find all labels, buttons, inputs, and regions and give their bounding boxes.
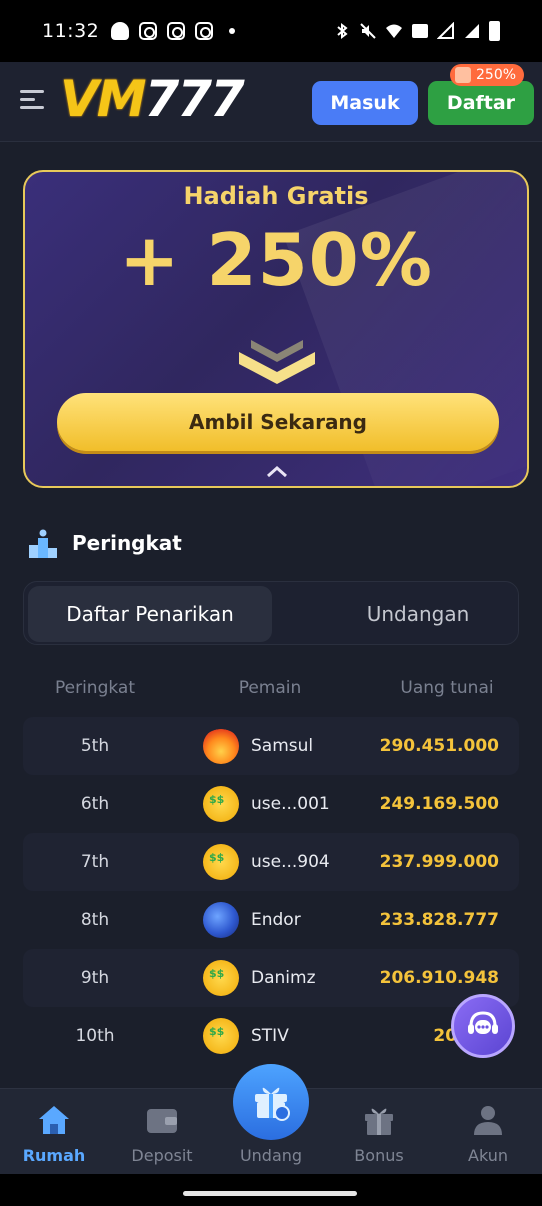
- signal-icon: [437, 22, 454, 39]
- nav-account[interactable]: Akun: [434, 1089, 542, 1175]
- blue-avatar-icon: [203, 902, 239, 938]
- battery-icon: [489, 21, 500, 41]
- promo-bonus: + 250%: [119, 218, 433, 302]
- player-name: STIV: [251, 1026, 289, 1046]
- fire-avatar-icon: [203, 728, 239, 764]
- instagram-icon: [167, 22, 186, 40]
- column-header-rank: Peringkat: [54, 678, 135, 698]
- ranking-tabs: Daftar Penarikan Undangan: [23, 581, 519, 645]
- claim-now-button[interactable]: Ambil Sekarang: [57, 393, 499, 451]
- mute-icon: [360, 23, 376, 39]
- player-name: Danimz: [251, 968, 316, 988]
- nav-bonus[interactable]: Bonus: [325, 1089, 433, 1175]
- rank-cell: 10th: [75, 1026, 115, 1046]
- home-gesture-handle[interactable]: [183, 1191, 357, 1196]
- system-icons: [333, 21, 500, 41]
- chevron-down-icon: [239, 340, 315, 384]
- promo-title: Hadiah Gratis: [183, 182, 369, 210]
- money-face-avatar-icon: [203, 786, 239, 822]
- chevron-up-icon[interactable]: [266, 464, 288, 478]
- rank-cell: 7th: [80, 852, 110, 872]
- table-row: 9th Danimz 206.910.948: [23, 949, 519, 1007]
- status-time: 11:32: [42, 20, 100, 42]
- gesture-bar-area: [0, 1174, 542, 1206]
- tab-withdrawal-list[interactable]: Daftar Penarikan: [28, 586, 272, 642]
- customer-support-button[interactable]: [451, 994, 515, 1058]
- signal-full-icon: [465, 24, 479, 38]
- nav-deposit[interactable]: Deposit: [108, 1089, 216, 1175]
- register-bonus-badge: 250%: [450, 64, 525, 86]
- instagram-icon: [139, 22, 158, 40]
- tab-invitations[interactable]: Undangan: [296, 586, 540, 642]
- ranking-table: 5th Samsul 290.451.000 6th use...001 249…: [23, 717, 519, 1065]
- ranking-header: Peringkat: [28, 528, 182, 558]
- status-bar: 11:32: [0, 0, 542, 62]
- login-button[interactable]: Masuk: [312, 81, 418, 125]
- cash-amount: 233.828.777: [379, 910, 499, 930]
- cash-amount: 290.451.000: [379, 736, 499, 756]
- cash-amount: 249.169.500: [379, 794, 499, 814]
- instagram-icon: [195, 22, 214, 40]
- notification-icons: [111, 22, 236, 40]
- register-button[interactable]: Daftar: [428, 81, 534, 125]
- table-row: 6th use...001 249.169.500: [23, 775, 519, 833]
- cash-amount: 237.999.000: [379, 852, 499, 872]
- invite-gift-button[interactable]: [233, 1064, 309, 1140]
- table-row: 10th STIV 206.80: [23, 1007, 519, 1065]
- ranking-title: Peringkat: [72, 531, 182, 555]
- money-face-avatar-icon: [203, 960, 239, 996]
- home-icon: [39, 1106, 69, 1134]
- column-header-player: Pemain: [238, 678, 302, 698]
- brand-logo[interactable]: VM777: [60, 70, 245, 128]
- player-name: use...001: [251, 794, 330, 814]
- gift-icon: [455, 67, 471, 83]
- rank-cell: 5th: [80, 736, 110, 756]
- player-name: use...904: [251, 852, 330, 872]
- rank-cell: 6th: [80, 794, 110, 814]
- app-header: VM777 Masuk Daftar 250%: [0, 62, 542, 142]
- table-row: 8th Endor 233.828.777: [23, 891, 519, 949]
- column-header-cash: Uang tunai: [400, 678, 494, 698]
- menu-icon[interactable]: [20, 90, 44, 112]
- money-face-avatar-icon: [203, 1018, 239, 1054]
- wallet-icon: [147, 1109, 177, 1133]
- cash-amount: 206.910.948: [379, 968, 499, 988]
- table-row: 5th Samsul 290.451.000: [23, 717, 519, 775]
- player-name: Samsul: [251, 736, 314, 756]
- player-name: Endor: [251, 910, 301, 930]
- nav-home[interactable]: Rumah: [0, 1089, 108, 1175]
- bluetooth-icon: [337, 23, 348, 39]
- gift-box-icon: [255, 1087, 290, 1121]
- snapchat-icon: [111, 22, 130, 40]
- wifi-icon: [386, 24, 402, 38]
- vowifi-icon: [412, 24, 428, 38]
- money-face-avatar-icon: [203, 844, 239, 880]
- table-row: 7th use...904 237.999.000: [23, 833, 519, 891]
- rank-cell: 9th: [80, 968, 110, 988]
- headset-chat-icon: [468, 1011, 498, 1034]
- rank-cell: 8th: [80, 910, 110, 930]
- user-icon: [474, 1106, 502, 1135]
- podium-icon: [29, 529, 57, 558]
- more-notifications-icon: [229, 28, 236, 34]
- gift-icon: [365, 1108, 393, 1135]
- promo-banner[interactable]: Hadiah Gratis + 250% Ambil Sekarang: [23, 170, 529, 488]
